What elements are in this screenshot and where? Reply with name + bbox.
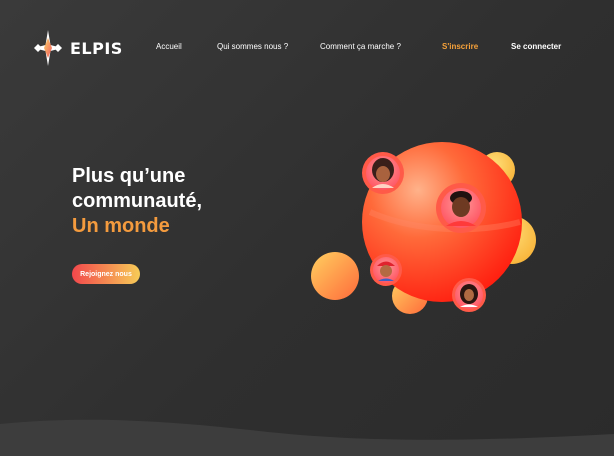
bubble-left bbox=[311, 252, 359, 300]
login-link[interactable]: Se connecter bbox=[511, 42, 561, 51]
avatar-man-red-cap bbox=[370, 254, 402, 286]
hero-title: Plus qu’une communauté, Un monde bbox=[72, 164, 292, 239]
avatar-man-curly-hair bbox=[436, 183, 486, 233]
avatar-woman-long-hair bbox=[452, 278, 486, 312]
avatar-woman-curly-hair bbox=[362, 152, 404, 194]
signup-link[interactable]: S'inscrire bbox=[442, 42, 478, 51]
join-us-button[interactable]: Rejoignez nous bbox=[72, 264, 140, 284]
hero-title-accent: Un monde bbox=[72, 215, 170, 237]
hero-title-line2: communauté, bbox=[72, 190, 203, 212]
nav-item-qui-sommes-nous[interactable]: Qui sommes nous ? bbox=[217, 42, 288, 51]
hero-title-line1: Plus qu’une bbox=[72, 165, 186, 187]
nav-item-accueil[interactable]: Accueil bbox=[156, 42, 182, 51]
main-nav: Accueil Qui sommes nous ? Comment ça mar… bbox=[0, 42, 614, 54]
bottom-wave-decoration bbox=[0, 419, 614, 456]
community-illustration bbox=[311, 142, 536, 314]
nav-item-comment-ca-marche[interactable]: Comment ça marche ? bbox=[320, 42, 401, 51]
